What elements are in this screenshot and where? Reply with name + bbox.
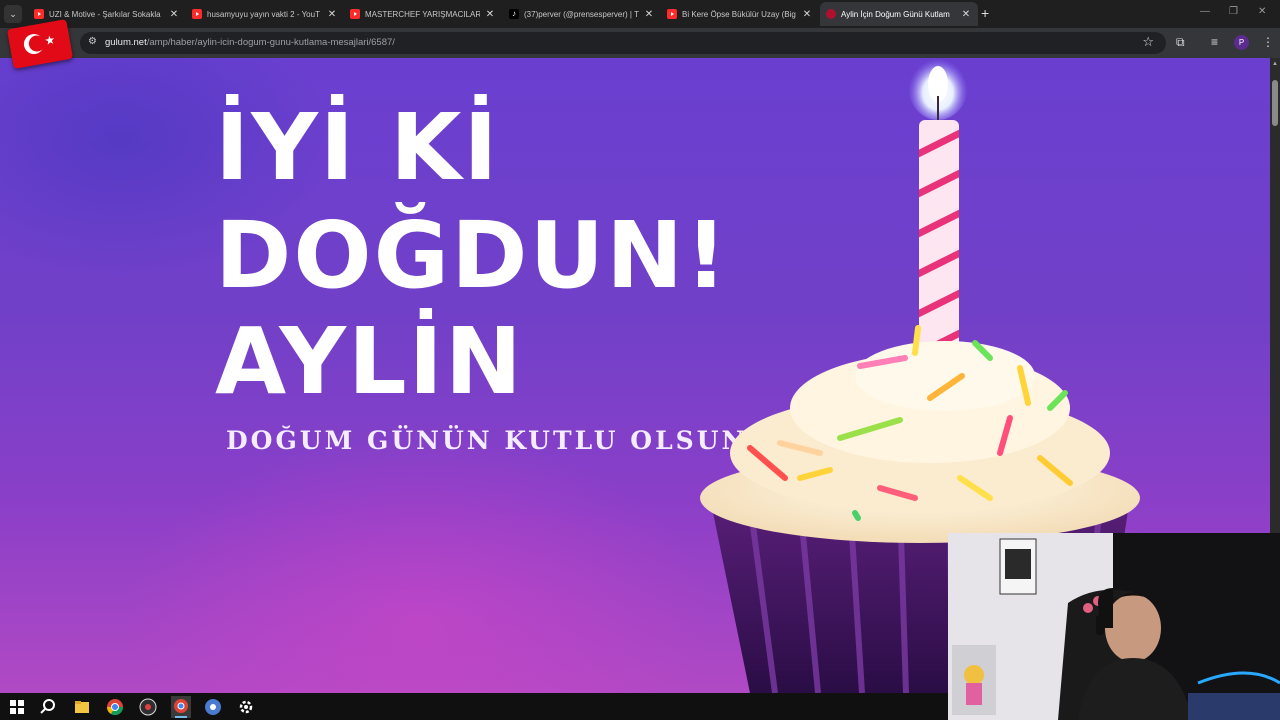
chrome-active-icon[interactable] <box>171 696 191 718</box>
tab-4[interactable]: ♪ (37)perver (@prensesperver) | T ✕ <box>503 2 661 26</box>
tiktok-icon: ♪ <box>509 9 519 19</box>
search-icon[interactable] <box>39 698 57 716</box>
headline-line-3: AYLİN <box>215 308 524 415</box>
close-window-icon[interactable]: ✕ <box>1258 6 1266 17</box>
youtube-icon <box>350 9 360 19</box>
tab-6-active[interactable]: Aylin İçin Doğum Günü Kutlam ✕ <box>820 2 978 26</box>
extensions-icon[interactable]: ⧉ <box>1176 35 1185 50</box>
url-domain: gulum.net <box>105 37 147 48</box>
tab-5[interactable]: Bi Kere Öpse Bükülür Uzay (Big ✕ <box>661 2 819 26</box>
chrome-profile-icon[interactable] <box>204 698 222 716</box>
youtube-icon <box>34 9 44 19</box>
subtitle: DOĞUM GÜNÜN KUTLU OLSUN <box>226 426 748 455</box>
windows-start-icon[interactable] <box>8 698 26 716</box>
tab-3[interactable]: MASTERCHEF YARIŞMACILARINI ✕ <box>344 2 502 26</box>
menu-kebab-icon[interactable]: ⋮ <box>1262 35 1274 49</box>
scroll-thumb[interactable] <box>1272 80 1278 126</box>
url-text[interactable]: gulum.net/amp/haber/aylin-icin-dogum-gun… <box>105 37 395 48</box>
url-path: /amp/haber/aylin-icin-dogum-gunu-kutlama… <box>146 37 395 48</box>
obs-icon[interactable] <box>139 698 157 716</box>
maximize-icon[interactable]: ❐ <box>1229 6 1238 17</box>
site-info-icon[interactable]: ⚙ <box>88 36 97 47</box>
profile-avatar[interactable]: P <box>1234 35 1249 50</box>
close-tab-icon[interactable]: ✕ <box>801 9 813 20</box>
tab-title: Aylin İçin Doğum Günü Kutlam <box>841 9 950 19</box>
new-tab-button[interactable]: + <box>981 5 989 21</box>
close-tab-icon[interactable]: ✕ <box>643 9 655 20</box>
close-tab-icon[interactable]: ✕ <box>484 9 496 20</box>
tab-title: husamyuyu yayın vakti 2 - YouT <box>207 9 320 19</box>
webcam-overlay <box>948 533 1280 720</box>
youtube-icon <box>667 9 677 19</box>
headline-line-1: İYİ Kİ <box>215 94 500 201</box>
youtube-icon <box>192 9 202 19</box>
tab-title: Bi Kere Öpse Bükülür Uzay (Big <box>682 9 796 19</box>
close-tab-icon[interactable]: ✕ <box>168 9 180 20</box>
headline-line-2: DOĞDUN! <box>215 202 730 309</box>
bookmark-star-icon[interactable]: ☆ <box>1142 34 1154 50</box>
media-control-icon[interactable]: ≡ <box>1211 35 1218 49</box>
address-bar[interactable]: ⚙ gulum.net/amp/haber/aylin-icin-dogum-g… <box>80 32 1166 54</box>
tab-title: MASTERCHEF YARIŞMACILARINI <box>365 9 480 19</box>
settings-gear-icon[interactable] <box>237 698 255 716</box>
close-tab-icon[interactable]: ✕ <box>960 9 972 20</box>
tab-search-button[interactable]: ⌄ <box>4 5 22 23</box>
browser-toolbar: ↻ ⚙ gulum.net/amp/haber/aylin-icin-dogum… <box>0 28 1280 58</box>
tab-strip: ⌄ UZI & Motive - Şarkılar Sokakla ✕ husa… <box>0 0 1280 28</box>
tab-2[interactable]: husamyuyu yayın vakti 2 - YouT ✕ <box>186 2 344 26</box>
site-icon <box>826 9 836 19</box>
scroll-up-icon[interactable]: ▲ <box>1272 61 1278 67</box>
file-explorer-icon[interactable] <box>73 698 91 716</box>
tab-title: UZI & Motive - Şarkılar Sokakla <box>49 9 161 19</box>
chrome-icon[interactable] <box>106 698 124 716</box>
close-tab-icon[interactable]: ✕ <box>326 9 338 20</box>
tab-title: (37)perver (@prensesperver) | T <box>524 9 639 19</box>
webcam-feed-image <box>948 533 1280 720</box>
minimize-icon[interactable]: — <box>1200 6 1210 17</box>
